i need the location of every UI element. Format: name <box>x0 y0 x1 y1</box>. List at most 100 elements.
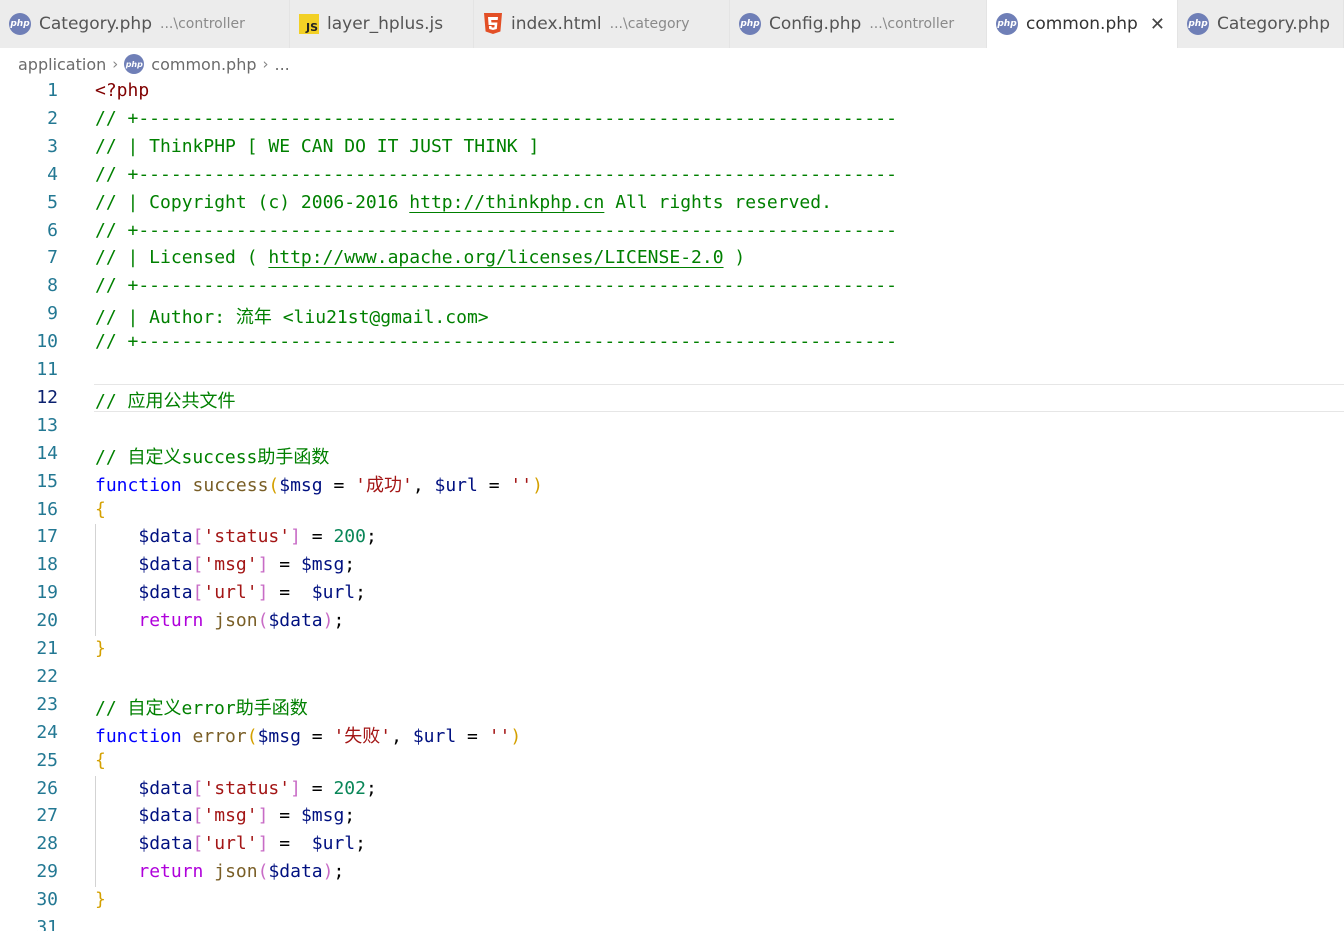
code-line[interactable]: 14 // 自定义success助手函数 <box>0 441 1344 469</box>
code-token: = <box>300 777 334 799</box>
html5-icon <box>484 13 502 34</box>
line-number: 13 <box>36 414 58 436</box>
code-token: $msg <box>257 725 301 747</box>
code-token: $msg <box>300 554 345 576</box>
code-token: '' <box>510 474 533 496</box>
code-token: $data <box>138 554 193 576</box>
code-link[interactable]: http://www.apache.org/licenses/LICENSE-2… <box>268 247 723 268</box>
code-line[interactable]: 13 <box>0 413 1344 441</box>
tab-category-php[interactable]: php Category.php <box>1178 0 1344 48</box>
code-text: $data['url'] = $url; <box>95 582 366 603</box>
code-token: $data <box>138 777 193 799</box>
code-token: // +------------------------------------… <box>95 163 897 185</box>
code-line[interactable]: 2 // +-----------------------------------… <box>0 106 1344 134</box>
code-line[interactable]: 30} <box>0 887 1344 915</box>
code-token: json <box>214 610 258 632</box>
code-token: ; <box>365 526 377 548</box>
code-line[interactable]: 19 $data['url'] = $url; <box>0 580 1344 608</box>
code-line[interactable]: 31 <box>0 915 1344 931</box>
code-token: // | Author: 流年 <liu21st@gmail.com> <box>95 307 489 329</box>
code-line[interactable]: 27 $data['msg'] = $msg; <box>0 803 1344 831</box>
line-number: 30 <box>36 889 58 911</box>
code-token: 'status' <box>203 526 291 548</box>
tab-common-php[interactable]: php common.php ✕ <box>987 0 1178 48</box>
code-token: return <box>138 861 204 883</box>
code-line[interactable]: 3 // | ThinkPHP [ WE CAN DO IT JUST THINK… <box>0 134 1344 162</box>
tab-index-html[interactable]: index.html ...\category <box>474 0 730 48</box>
code-token: } <box>95 638 106 659</box>
breadcrumb-more[interactable]: ... <box>275 55 290 74</box>
code-token: // | Copyright (c) 2006-2016 <box>95 191 410 213</box>
breadcrumb: application › php common.php › ... <box>18 50 290 78</box>
code-token: ( <box>246 725 258 747</box>
code-line[interactable]: 25 { <box>0 748 1344 776</box>
code-editor[interactable]: 1 <?php 2 // +-----------------------------… <box>0 78 1344 931</box>
chevron-right-icon: › <box>112 55 119 73</box>
code-token: // 应用公共文件 <box>95 390 236 412</box>
code-line[interactable]: 5 // | Copyright (c) 2006-2016 http://thi… <box>0 190 1344 218</box>
code-token: [ <box>192 526 204 548</box>
line-number: 21 <box>36 638 58 659</box>
code-token: $data <box>138 582 193 604</box>
close-icon[interactable]: ✕ <box>1150 14 1165 35</box>
code-link[interactable]: http://thinkphp.cn <box>409 192 604 213</box>
code-token: { <box>95 749 106 771</box>
code-line[interactable]: 6 // +-----------------------------------… <box>0 218 1344 246</box>
code-line[interactable]: 9 // | Author: 流年 <liu21st@gmail.com> <box>0 301 1344 329</box>
code-token: [ <box>192 805 204 827</box>
code-text: } <box>95 889 106 910</box>
code-line[interactable]: 22 <box>0 664 1344 692</box>
code-line[interactable]: 11 <box>0 357 1344 385</box>
code-token: [ <box>192 833 204 855</box>
code-text: // | Copyright (c) 2006-2016 http://thin… <box>95 192 832 213</box>
tab-title: Config.php <box>769 14 862 34</box>
code-line[interactable]: 23 // 自定义error助手函数 <box>0 692 1344 720</box>
code-line[interactable]: 29 return json($data); <box>0 859 1344 887</box>
code-line[interactable]: 28 $data['url'] = $url; <box>0 831 1344 859</box>
code-token: ; <box>344 805 356 827</box>
code-line[interactable]: 20 return json($data); <box>0 608 1344 636</box>
code-text: // | Licensed ( http://www.apache.org/li… <box>95 247 745 268</box>
code-token: // 自定义error助手函数 <box>95 697 308 719</box>
code-line[interactable]: 12 // 应用公共文件 <box>0 383 1344 413</box>
code-line[interactable]: 24 function error($msg = '失败', $url = '') <box>0 720 1344 748</box>
code-token: ] <box>257 805 269 827</box>
breadcrumb-folder[interactable]: application <box>18 55 106 74</box>
line-number: 17 <box>36 526 58 548</box>
code-token: ] <box>257 554 269 576</box>
breadcrumb-file[interactable]: common.php <box>151 55 256 74</box>
code-token: '成功' <box>355 474 413 496</box>
code-line[interactable]: 4 // +-----------------------------------… <box>0 162 1344 190</box>
tab-category-php[interactable]: php Category.php ...\controller <box>0 0 290 48</box>
tab-layer-hplus-js[interactable]: JS layer_hplus.js <box>290 0 474 48</box>
code-token: ( <box>257 610 269 632</box>
code-line[interactable]: 17 $data['status'] = 200; <box>0 524 1344 552</box>
code-line[interactable]: 7 // | Licensed ( http://www.apache.org/l… <box>0 245 1344 273</box>
code-text: { <box>95 499 106 520</box>
code-token: ; <box>355 833 366 855</box>
code-line[interactable]: 18 $data['msg'] = $msg; <box>0 552 1344 580</box>
code-line[interactable]: 10 // +----------------------------------… <box>0 329 1344 357</box>
code-line[interactable]: 15 function success($msg = '成功', $url = '… <box>0 469 1344 497</box>
tab-bar: php Category.php ...\controller JS layer_hpl… <box>0 0 1344 48</box>
code-token: = <box>322 474 356 496</box>
line-number: 16 <box>36 498 58 520</box>
line-number: 9 <box>47 303 58 325</box>
tab-config-php[interactable]: php Config.php ...\controller <box>730 0 987 48</box>
code-text: // +------------------------------------… <box>95 108 897 129</box>
code-token: ( <box>257 861 269 883</box>
code-line[interactable]: 1 <?php <box>0 78 1344 106</box>
code-token: function <box>95 725 182 747</box>
code-token: = <box>300 725 334 747</box>
code-line[interactable]: 26 $data['status'] = 202; <box>0 776 1344 804</box>
code-text: $data['msg'] = $msg; <box>95 554 355 575</box>
code-line[interactable]: 16 { <box>0 497 1344 525</box>
code-token: // 自定义success助手函数 <box>95 446 330 468</box>
code-line[interactable]: 8 // +-----------------------------------… <box>0 273 1344 301</box>
code-line[interactable]: 21} <box>0 636 1344 664</box>
indent-guide <box>95 524 96 636</box>
code-token: , <box>391 725 413 747</box>
